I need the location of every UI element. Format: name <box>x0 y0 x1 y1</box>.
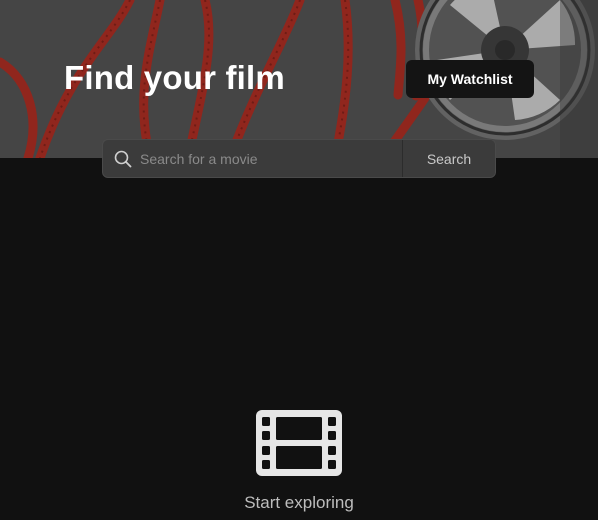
search-button[interactable]: Search <box>402 140 495 177</box>
page-title: Find your film <box>64 59 285 96</box>
search-bar: Search <box>102 139 496 178</box>
page: Find your film My Watchlist Search for a… <box>0 0 598 520</box>
my-watchlist-button[interactable]: My Watchlist <box>406 60 534 98</box>
film-icon <box>256 410 342 476</box>
empty-state: Start exploring <box>0 408 598 513</box>
hero-banner: Find your film My Watchlist <box>0 0 598 158</box>
start-exploring-label: Start exploring <box>244 493 354 512</box>
search-field <box>103 140 402 177</box>
search-input[interactable] <box>103 140 402 177</box>
search-icon <box>114 150 132 168</box>
